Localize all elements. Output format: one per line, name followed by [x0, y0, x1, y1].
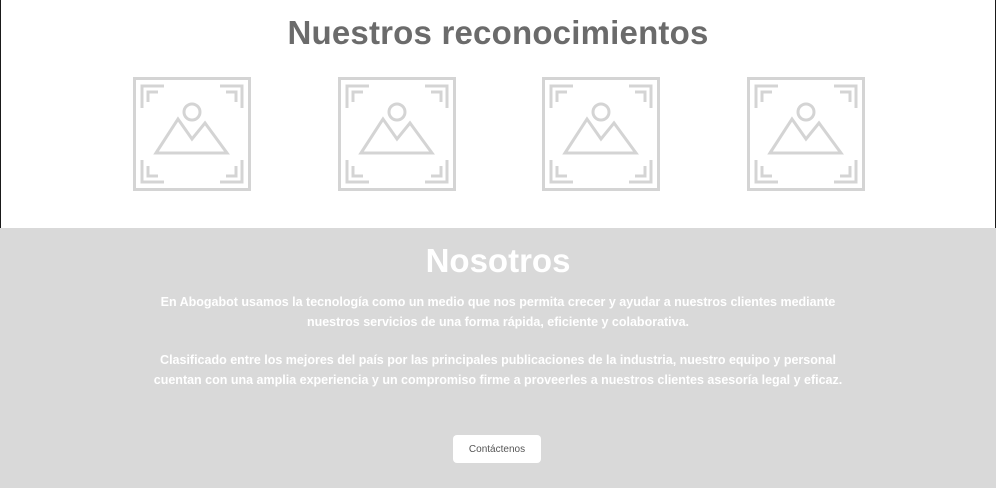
image-placeholder-icon	[747, 77, 865, 191]
image-placeholder-icon	[133, 77, 251, 191]
awards-section: Nuestros reconocimientos	[0, 0, 996, 228]
about-paragraph-intro: En Abogabot usamos la tecnología como un…	[160, 295, 836, 329]
about-section: Nosotros En Abogabot usamos la tecnologí…	[0, 228, 996, 488]
awards-title: Nuestros reconocimientos	[287, 14, 709, 51]
award-image-3	[542, 77, 660, 191]
award-image-1	[133, 77, 251, 191]
image-placeholder-icon	[338, 77, 456, 191]
contact-button[interactable]: Contáctenos	[453, 435, 541, 463]
award-image-4	[747, 77, 865, 191]
about-title: Nosotros	[425, 242, 571, 279]
image-placeholder-icon	[542, 77, 660, 191]
award-image-2	[338, 77, 456, 191]
about-paragraph-experience: Clasificado entre los mejores del país p…	[153, 353, 843, 387]
